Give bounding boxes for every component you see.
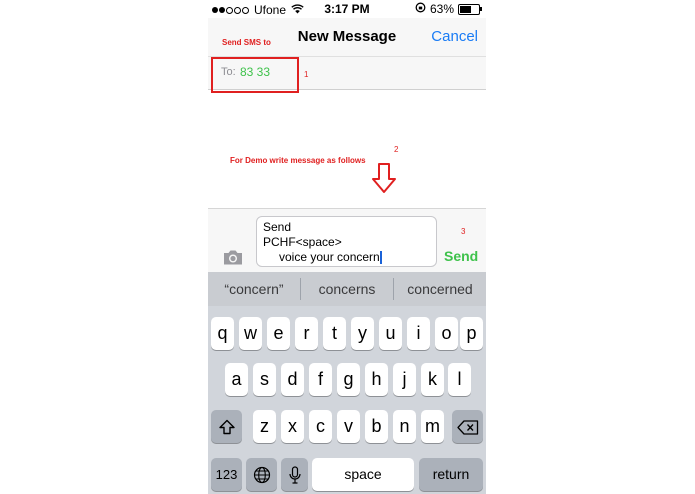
globe-icon	[253, 464, 271, 484]
shift-icon	[218, 416, 236, 436]
rotation-lock-icon	[415, 2, 426, 16]
key-y[interactable]: y	[351, 317, 374, 350]
key-s[interactable]: s	[253, 363, 276, 396]
key-a[interactable]: a	[225, 363, 248, 396]
key-r[interactable]: r	[295, 317, 318, 350]
microphone-icon	[288, 464, 301, 484]
camera-icon[interactable]	[222, 249, 244, 271]
suggestion-bar: “concern” concerns concerned	[208, 272, 486, 306]
message-line-3: voice your concern	[279, 250, 380, 264]
key-j[interactable]: j	[393, 363, 416, 396]
phone-screen: Ufone 3:17 PM 63% Send SMS to New Messag…	[208, 0, 486, 494]
annotation-marker-2: 2	[394, 145, 399, 154]
key-q[interactable]: q	[211, 317, 234, 350]
message-line-3-wrap: voice your concern	[263, 250, 430, 265]
key-u[interactable]: u	[379, 317, 402, 350]
text-caret	[379, 251, 382, 265]
key-c[interactable]: c	[309, 410, 332, 443]
numbers-key[interactable]: 123	[211, 458, 242, 491]
key-z[interactable]: z	[253, 410, 276, 443]
status-bar: Ufone 3:17 PM 63%	[208, 0, 486, 18]
space-key[interactable]: space	[312, 458, 414, 491]
key-l[interactable]: l	[448, 363, 471, 396]
key-p[interactable]: p	[460, 317, 483, 350]
annotation-demo-text: For Demo write message as follows	[230, 156, 366, 165]
compose-bar: Send PCHF<space> voice your concern 3 Se…	[208, 208, 486, 273]
send-button[interactable]: Send	[444, 248, 478, 264]
annotation-marker-1: 1	[304, 70, 309, 79]
globe-key[interactable]	[246, 458, 277, 491]
key-b[interactable]: b	[365, 410, 388, 443]
key-w[interactable]: w	[239, 317, 262, 350]
shift-key[interactable]	[211, 410, 242, 443]
key-t[interactable]: t	[323, 317, 346, 350]
annotation-highlight-box	[211, 57, 299, 93]
key-k[interactable]: k	[421, 363, 444, 396]
return-key[interactable]: return	[419, 458, 483, 491]
message-line-2: PCHF<space>	[263, 235, 342, 249]
status-right: 63%	[415, 2, 482, 16]
cancel-button[interactable]: Cancel	[431, 28, 478, 45]
message-input[interactable]: Send PCHF<space> voice your concern	[256, 216, 437, 267]
annotation-marker-3: 3	[461, 227, 466, 236]
keyboard: “concern” concerns concerned q w e r t y…	[208, 272, 486, 494]
nav-bar: Send SMS to New Message Cancel	[208, 18, 486, 56]
battery-fill	[460, 5, 471, 13]
key-d[interactable]: d	[281, 363, 304, 396]
key-g[interactable]: g	[337, 363, 360, 396]
suggestion-item[interactable]: concerned	[394, 272, 486, 306]
delete-icon	[456, 416, 479, 436]
key-m[interactable]: m	[421, 410, 444, 443]
key-x[interactable]: x	[281, 410, 304, 443]
battery-icon	[458, 3, 482, 15]
key-n[interactable]: n	[393, 410, 416, 443]
message-line-1: Send	[263, 220, 292, 234]
suggestion-item[interactable]: “concern”	[208, 272, 300, 306]
key-o[interactable]: o	[435, 317, 458, 350]
key-e[interactable]: e	[267, 317, 290, 350]
battery-percent: 63%	[429, 2, 454, 16]
dictation-key[interactable]	[281, 458, 308, 491]
suggestion-item[interactable]: concerns	[301, 272, 393, 306]
delete-key[interactable]	[452, 410, 483, 443]
key-f[interactable]: f	[309, 363, 332, 396]
key-i[interactable]: i	[407, 317, 430, 350]
key-h[interactable]: h	[365, 363, 388, 396]
key-v[interactable]: v	[337, 410, 360, 443]
down-arrow-icon	[371, 162, 397, 199]
